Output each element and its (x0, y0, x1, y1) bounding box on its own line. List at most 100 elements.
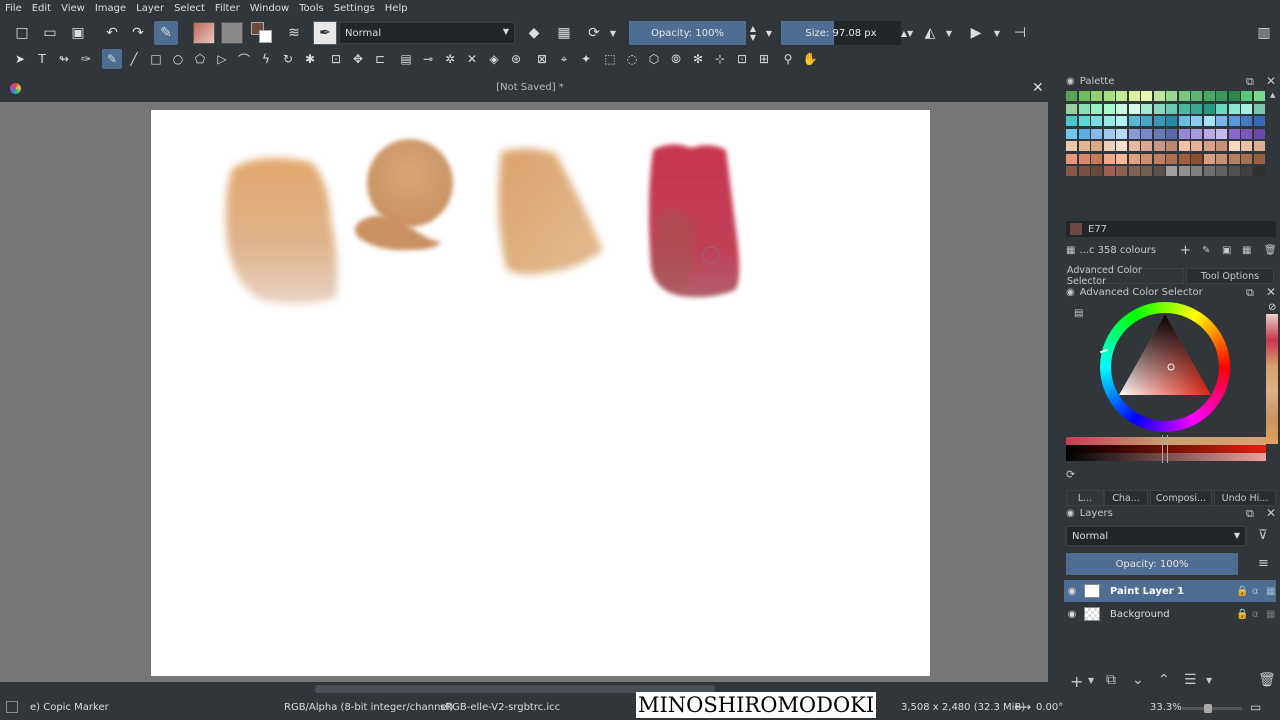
close-icon[interactable]: ✕ (1266, 285, 1276, 299)
palette-swatch[interactable] (1116, 166, 1127, 176)
calligraphy-icon[interactable]: ✑ (76, 49, 96, 69)
preserve-alpha-icon[interactable]: ▦ (554, 23, 574, 43)
fill-tool-icon[interactable]: ◈ (484, 49, 504, 69)
palette-swatch[interactable] (1153, 141, 1165, 151)
tab-advanced-color-selector[interactable]: Advanced Color Selector (1066, 265, 1184, 287)
chevron-down-icon[interactable]: ▼ (992, 23, 1002, 43)
palette-swatch[interactable] (1103, 116, 1115, 126)
layer-row-paint-layer-1[interactable]: ◉ Paint Layer 1 🔒 α ▦ (1064, 580, 1276, 602)
palette-swatch[interactable] (1203, 128, 1215, 139)
palette-swatch[interactable] (1128, 141, 1140, 151)
gradient-tool-icon[interactable]: ▤ (396, 49, 416, 69)
grid-icon[interactable]: ▦ (1242, 245, 1251, 256)
color-slider-handle[interactable] (1162, 435, 1168, 463)
horizontal-scrollbar[interactable] (0, 682, 1060, 696)
layer-opacity-slider[interactable]: Opacity: 100% (1066, 553, 1238, 575)
palette-swatch[interactable] (1228, 166, 1240, 176)
bezier-tool-icon[interactable]: ⌒ (234, 49, 254, 69)
palette-swatch[interactable] (1203, 141, 1215, 151)
palette-swatch[interactable] (1178, 91, 1190, 101)
color-selector-settings-icon[interactable]: ▤ (1074, 308, 1083, 319)
palette-swatch[interactable] (1153, 153, 1165, 164)
palette-swatch[interactable] (1091, 91, 1102, 101)
palette-swatch[interactable] (1141, 166, 1152, 176)
palette-swatch[interactable] (1103, 103, 1115, 114)
menu-item-settings[interactable]: Settings (329, 3, 380, 14)
close-icon[interactable]: ✕ (1266, 74, 1276, 88)
palette-swatch[interactable] (1178, 103, 1190, 114)
polygon-select-icon[interactable]: ⬡ (644, 49, 664, 69)
freehand-brush-icon[interactable]: ✎ (102, 49, 122, 69)
float-icon[interactable]: ⧉ (1246, 75, 1254, 89)
palette-swatch[interactable] (1178, 141, 1190, 151)
close-icon[interactable]: ✕ (1032, 80, 1044, 96)
menu-item-tools[interactable]: Tools (294, 3, 329, 14)
palette-swatch[interactable] (1178, 128, 1190, 139)
palette-swatch[interactable] (1166, 166, 1177, 176)
rectangle-tool-icon[interactable]: □ (146, 49, 166, 69)
palette-swatch[interactable] (1153, 91, 1165, 101)
palette-swatch[interactable] (1253, 103, 1265, 114)
alpha-icon[interactable]: α (1252, 609, 1259, 620)
brush-tip-preview-icon[interactable]: ✒ (313, 21, 337, 45)
palette-swatch[interactable] (1066, 153, 1077, 164)
palette-swatch[interactable] (1166, 91, 1177, 101)
smart-patch-icon[interactable]: ✕ (462, 49, 482, 69)
layer-properties-icon[interactable]: ☰ (1184, 672, 1197, 688)
palette-swatch[interactable] (1228, 128, 1240, 139)
palette-swatch[interactable] (1253, 141, 1265, 151)
palette-swatch[interactable] (1141, 91, 1152, 101)
menu-item-window[interactable]: Window (245, 3, 294, 14)
palette-swatch[interactable] (1141, 128, 1152, 139)
eraser-mode-icon[interactable]: ◆ (524, 23, 544, 43)
menu-item-image[interactable]: Image (90, 3, 131, 14)
saturation-value-triangle[interactable] (1100, 302, 1230, 432)
filter-icon[interactable]: ⊽ (1258, 528, 1268, 543)
palette-swatch[interactable] (1241, 103, 1252, 114)
palette-swatch[interactable] (1191, 166, 1202, 176)
eye-icon[interactable]: ◉ (1064, 586, 1080, 597)
recent-colors-strip[interactable] (1266, 314, 1278, 444)
palette-swatch[interactable] (1166, 103, 1177, 114)
opacity-slider[interactable]: Opacity: 100% (629, 21, 746, 45)
palette-swatch[interactable] (1078, 91, 1090, 101)
polygon-tool-icon[interactable]: ⬠ (190, 49, 210, 69)
freehand-select-icon[interactable]: ⦾ (666, 49, 686, 69)
palette-swatch[interactable] (1128, 103, 1140, 114)
palette-swatch[interactable] (1166, 153, 1177, 164)
palette-swatch[interactable] (1216, 116, 1227, 126)
palette-swatch[interactable] (1228, 91, 1240, 101)
canvas-viewport[interactable] (0, 102, 1048, 682)
palette-swatch[interactable] (1078, 153, 1090, 164)
palette-swatch[interactable] (1091, 153, 1102, 164)
color-picker-icon[interactable]: ⊸ (418, 49, 438, 69)
palette-swatch[interactable] (1253, 153, 1265, 164)
palette-swatch-grid[interactable] (1066, 91, 1268, 215)
palette-swatch[interactable] (1103, 153, 1115, 164)
palette-swatch[interactable] (1241, 141, 1252, 151)
save-icon[interactable]: ▣ (1222, 245, 1231, 256)
rotate-icon[interactable]: ⟷ (1014, 700, 1031, 714)
edit-shapes-icon[interactable]: ↬ (54, 49, 74, 69)
inherit-alpha-icon[interactable]: ▦ (1266, 586, 1275, 597)
tab-undo-history[interactable]: Undo Hi... (1214, 490, 1276, 506)
freehand-path-icon[interactable]: ϟ (256, 49, 276, 69)
enclose-fill-icon[interactable]: ⊛ (506, 49, 526, 69)
palette-swatch[interactable] (1078, 103, 1090, 114)
palette-swatch[interactable] (1216, 128, 1227, 139)
fg-bg-color-icon[interactable] (251, 22, 273, 44)
tab-tool-options[interactable]: Tool Options (1186, 268, 1274, 284)
palette-swatch[interactable] (1066, 116, 1077, 126)
palette-swatch[interactable] (1128, 116, 1140, 126)
palette-swatch[interactable] (1128, 166, 1140, 176)
palette-swatch[interactable] (1153, 116, 1165, 126)
size-slider[interactable]: Size: 97.08 px (781, 21, 901, 45)
add-icon[interactable]: + (1180, 243, 1191, 258)
palette-swatch[interactable] (1241, 153, 1252, 164)
zoom-slider-handle[interactable] (1204, 704, 1212, 713)
save-icon[interactable]: ▣ (68, 23, 88, 43)
similar-select-icon[interactable]: ⊹ (710, 49, 730, 69)
bezier-select-icon[interactable]: ⊡ (732, 49, 752, 69)
reset-colors-icon[interactable]: ⟳ (1066, 468, 1075, 481)
pattern-swatch[interactable] (221, 22, 243, 44)
